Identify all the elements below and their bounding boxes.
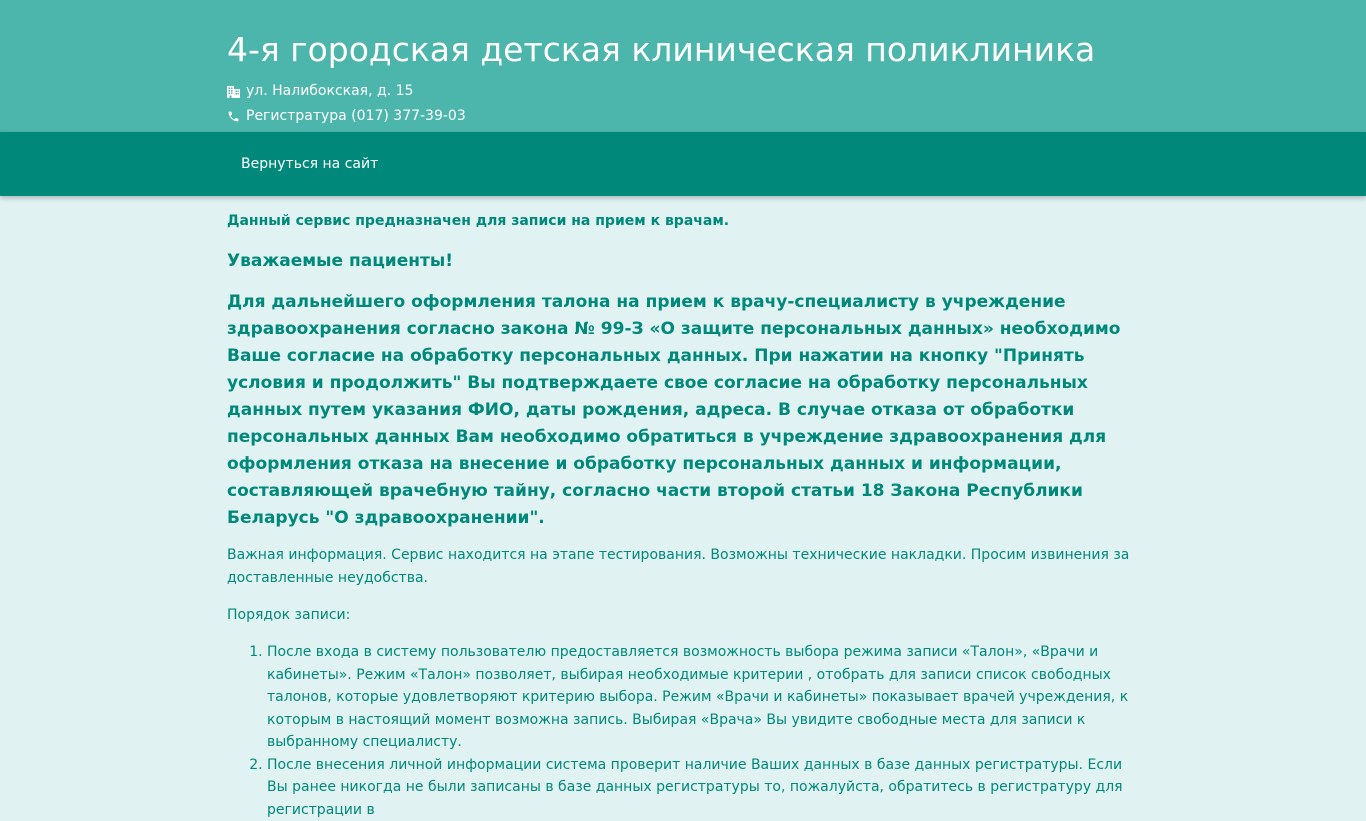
consent-text: Для дальнейшего оформления талона на при…	[227, 289, 1139, 532]
phone-text: Регистратура (017) 377-39-03	[246, 106, 466, 126]
address-line: ул. Налибокская, д. 15	[227, 81, 413, 101]
notice-text: Важная информация. Сервис находится на э…	[227, 544, 1139, 590]
list-item: После входа в систему пользователю предо…	[267, 641, 1139, 754]
phone-line: Регистратура (017) 377-39-03	[227, 106, 466, 126]
phone-icon	[227, 109, 241, 123]
intro-text: Данный сервис предназначен для записи на…	[227, 210, 1139, 232]
site-title: 4-я городская детская клиническая поликл…	[227, 29, 1095, 71]
site-header: 4-я городская детская клиническая поликл…	[0, 0, 1366, 132]
greeting-heading: Уважаемые пациенты!	[227, 249, 1139, 273]
steps-list: После входа в систему пользователю предо…	[227, 641, 1139, 821]
list-item: После внесения личной информации система…	[267, 754, 1139, 821]
address-text: ул. Налибокская, д. 15	[246, 81, 413, 101]
navbar: Вернуться на сайт	[0, 132, 1366, 196]
order-title: Порядок записи:	[227, 604, 1139, 627]
back-to-site-link[interactable]: Вернуться на сайт	[241, 154, 378, 174]
main-content: Данный сервис предназначен для записи на…	[227, 210, 1139, 821]
building-icon	[227, 84, 241, 98]
